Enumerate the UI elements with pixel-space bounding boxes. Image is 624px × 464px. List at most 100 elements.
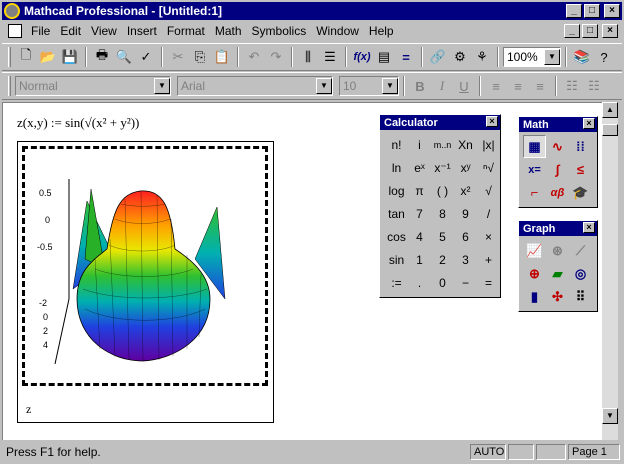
key-3[interactable]: 3 <box>454 248 477 271</box>
key-2[interactable]: 2 <box>431 248 454 271</box>
style-select[interactable]: Normal ▼ <box>15 76 171 96</box>
key-square[interactable]: x² <box>454 179 477 202</box>
spell-check-icon[interactable]: ✓ <box>135 46 157 68</box>
close-icon[interactable]: × <box>583 222 595 233</box>
3d-scatter-icon[interactable]: ▰ <box>546 262 569 285</box>
copy-icon[interactable]: ⎘ <box>189 46 211 68</box>
chevron-down-icon[interactable]: ▼ <box>316 78 332 94</box>
menu-help[interactable]: Help <box>364 24 399 38</box>
graph-title-bar[interactable]: Graph × <box>519 221 597 236</box>
cut-icon[interactable]: ✂ <box>167 46 189 68</box>
align-down-icon[interactable]: ☰ <box>319 46 341 68</box>
boolean-icon[interactable]: ≤ <box>569 158 592 181</box>
matrix-icon[interactable]: ⁞⁞ <box>569 135 592 158</box>
doc-minimize-button[interactable]: _ <box>564 24 580 38</box>
paste-icon[interactable]: 📋 <box>211 46 233 68</box>
key-range[interactable]: m..n <box>431 133 454 156</box>
key-parentheses[interactable]: ( ) <box>431 179 454 202</box>
key-divide[interactable]: / <box>477 202 500 225</box>
redo-icon[interactable]: ↷ <box>265 46 287 68</box>
menu-math[interactable]: Math <box>210 24 247 38</box>
key-log[interactable]: log <box>385 179 408 202</box>
surface-plot-icon[interactable]: ⟋ <box>569 239 592 262</box>
key-0[interactable]: 0 <box>431 271 454 294</box>
calculator-title-bar[interactable]: Calculator × <box>380 115 500 130</box>
align-left-icon[interactable]: ≡ <box>485 75 507 97</box>
key-1[interactable]: 1 <box>408 248 431 271</box>
calculate-icon[interactable]: = <box>395 46 417 68</box>
key-define[interactable]: := <box>385 271 408 294</box>
xy-plot-icon[interactable]: 📈 <box>523 239 546 262</box>
save-icon[interactable]: 💾 <box>59 46 81 68</box>
menu-view[interactable]: View <box>86 24 122 38</box>
chevron-down-icon[interactable]: ▼ <box>154 78 170 94</box>
insert-function-button[interactable]: f(x) <box>351 46 373 68</box>
menu-file[interactable]: File <box>26 24 55 38</box>
math-palette[interactable]: Math × ▦ ∿ ⁞⁞ x= ∫ ≤ ⌐ αβ 🎓 <box>518 116 598 208</box>
key-4[interactable]: 4 <box>408 225 431 248</box>
calculator-palette[interactable]: Calculator × n! i m..n Xn |x| ln eˣ x⁻¹ … <box>379 114 501 298</box>
align-right-icon[interactable]: ≡ <box>529 75 551 97</box>
key-subscript[interactable]: Xn <box>454 133 477 156</box>
scroll-thumb[interactable] <box>602 124 618 136</box>
evaluation-icon[interactable]: x= <box>523 158 546 181</box>
numbering-icon[interactable]: ☷ <box>583 75 605 97</box>
key-pi[interactable]: π <box>408 179 431 202</box>
run-mathconnex-icon[interactable]: ⚘ <box>471 46 493 68</box>
open-folder-icon[interactable]: 📂 <box>37 46 59 68</box>
key-8[interactable]: 8 <box>431 202 454 225</box>
undo-icon[interactable]: ↶ <box>243 46 265 68</box>
key-5[interactable]: 5 <box>431 225 454 248</box>
surface-plot-region[interactable]: 0.5 0 -0.5 -2 0 2 4 z <box>17 141 274 423</box>
close-icon[interactable]: × <box>486 116 498 127</box>
calculus-icon[interactable]: ∫ <box>546 158 569 181</box>
toolbar-grip[interactable] <box>8 47 11 67</box>
close-icon[interactable]: × <box>583 118 595 129</box>
help-icon[interactable]: ? <box>593 46 615 68</box>
3d-bar-icon[interactable]: ◎ <box>569 262 592 285</box>
zoom-icon[interactable]: ⠿ <box>569 285 592 308</box>
new-file-icon[interactable]: 🗋 <box>15 46 37 68</box>
key-plus[interactable]: + <box>477 248 500 271</box>
toolbar-grip[interactable] <box>8 76 11 96</box>
trace-icon[interactable]: ✣ <box>546 285 569 308</box>
key-absolute[interactable]: |x| <box>477 133 500 156</box>
insert-unit-icon[interactable]: ▤ <box>373 46 395 68</box>
scroll-down-button[interactable]: ▼ <box>602 408 618 424</box>
underline-button[interactable]: U <box>453 75 475 97</box>
key-nth-root[interactable]: ⁿ√ <box>477 156 500 179</box>
print-icon[interactable]: 🖶 <box>91 46 113 68</box>
contour-plot-icon[interactable]: ⊕ <box>523 262 546 285</box>
menu-symbolics[interactable]: Symbolics <box>247 24 312 38</box>
key-cos[interactable]: cos <box>385 225 408 248</box>
key-7[interactable]: 7 <box>408 202 431 225</box>
graph-palette[interactable]: Graph × 📈 ⊛ ⟋ ⊕ ▰ ◎ ▮ ✣ ⠿ <box>518 220 598 312</box>
menu-format[interactable]: Format <box>162 24 210 38</box>
minimize-button[interactable]: _ <box>566 4 582 18</box>
key-exp[interactable]: eˣ <box>408 156 431 179</box>
key-9[interactable]: 9 <box>454 202 477 225</box>
document-icon[interactable] <box>8 24 22 38</box>
doc-close-button[interactable]: × <box>602 24 618 38</box>
worksheet[interactable]: z(x,y) := sin(√(x² + y²)) 0.5 0 -0.5 -2 … <box>2 102 602 440</box>
insert-hyperlink-icon[interactable]: 🔗 <box>427 46 449 68</box>
key-sqrt[interactable]: √ <box>477 179 500 202</box>
key-factorial[interactable]: n! <box>385 133 408 156</box>
key-minus[interactable]: − <box>454 271 477 294</box>
close-button[interactable]: × <box>604 4 620 18</box>
resource-center-icon[interactable]: 📚 <box>571 46 593 68</box>
doc-restore-button[interactable]: □ <box>582 24 598 38</box>
key-6[interactable]: 6 <box>454 225 477 248</box>
calculator-icon[interactable]: ▦ <box>523 135 546 158</box>
key-sin[interactable]: sin <box>385 248 408 271</box>
zoom-select[interactable]: 100% ▼ <box>503 47 561 67</box>
formula-definition[interactable]: z(x,y) := sin(√(x² + y²)) <box>17 115 139 131</box>
align-center-icon[interactable]: ≡ <box>507 75 529 97</box>
graph-toolbar-icon[interactable]: ∿ <box>546 135 569 158</box>
title-bar[interactable]: Mathcad Professional - [Untitled:1] _ □ … <box>2 2 622 20</box>
menu-window[interactable]: Window <box>311 24 364 38</box>
programming-icon[interactable]: ⌐ <box>523 181 546 204</box>
chevron-down-icon[interactable]: ▼ <box>382 78 398 94</box>
mathcad-app-icon[interactable] <box>4 3 20 19</box>
menu-edit[interactable]: Edit <box>55 24 86 38</box>
